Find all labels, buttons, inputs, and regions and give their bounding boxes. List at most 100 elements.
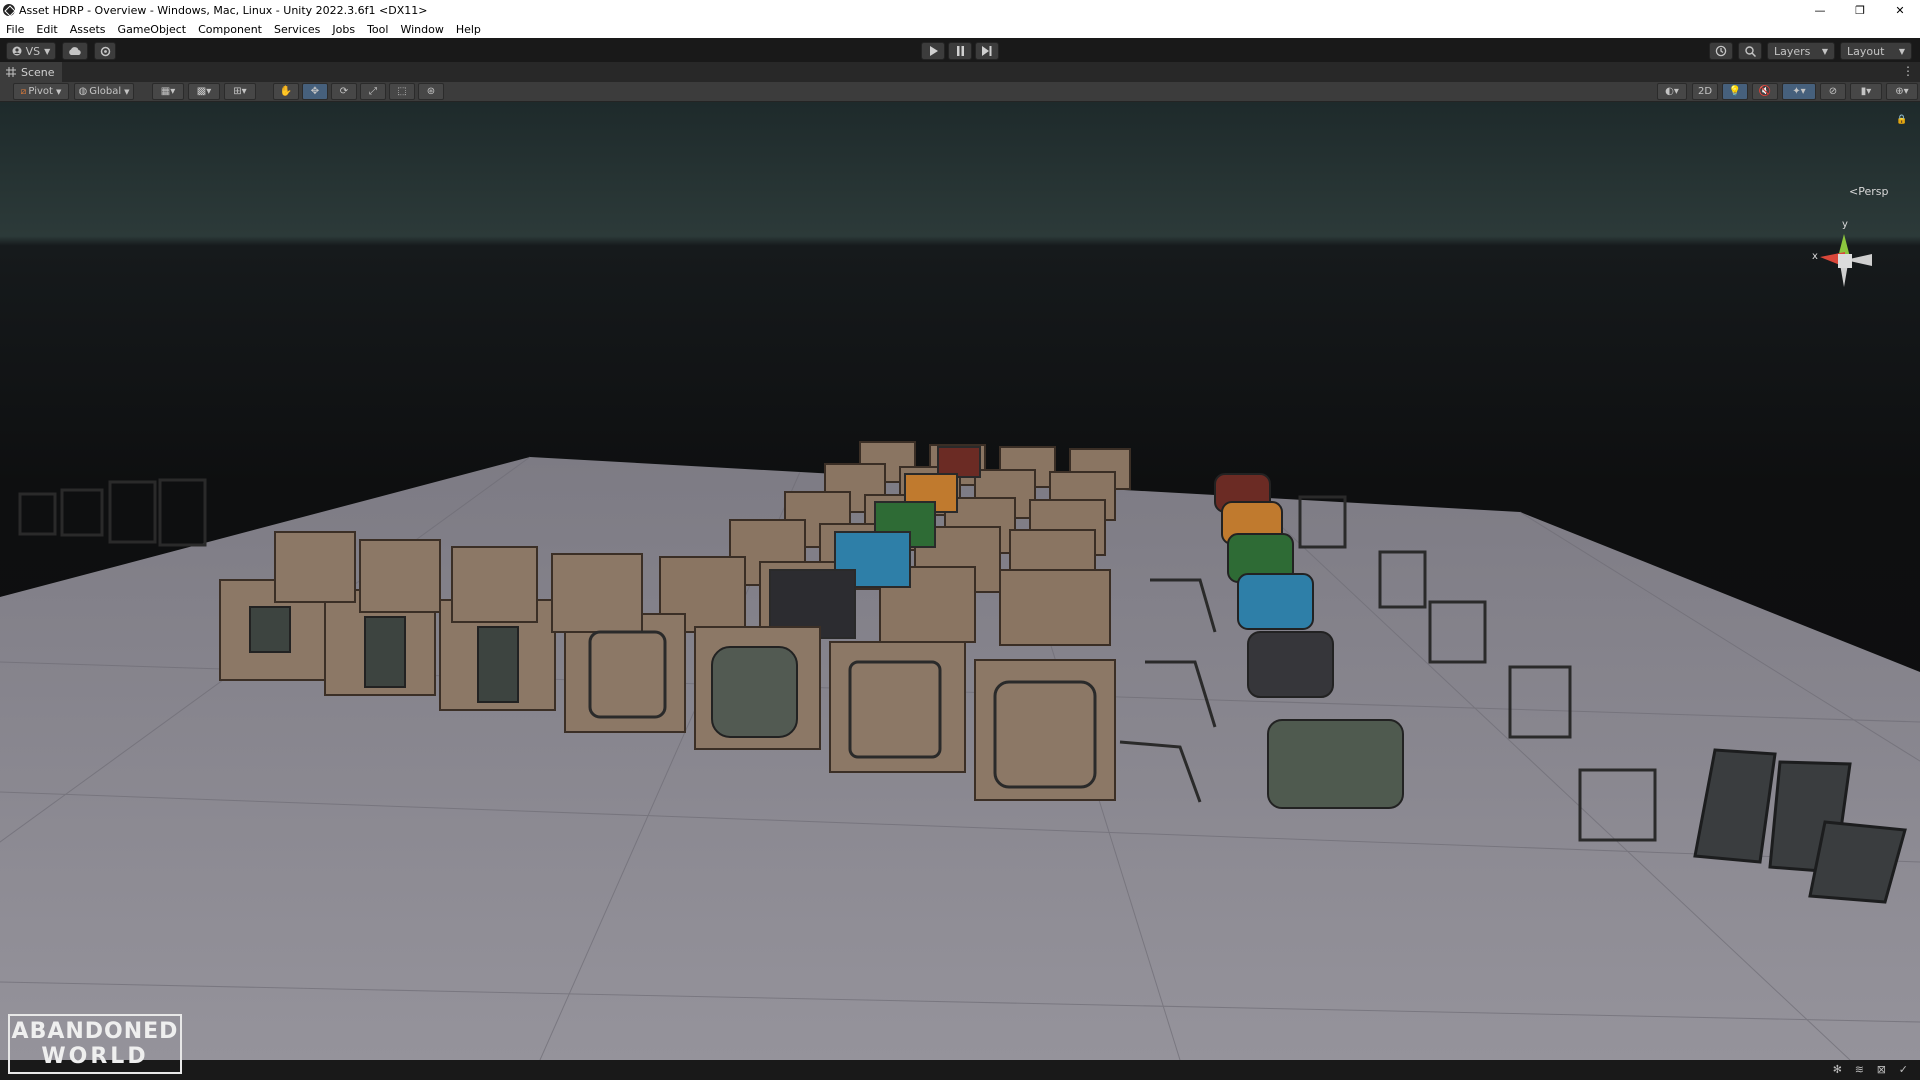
layers-dropdown[interactable]: Layers ▼ <box>1767 42 1835 60</box>
play-button[interactable] <box>921 42 945 60</box>
globe-icon: ◍ <box>78 86 88 97</box>
grid-icon: ▩▾ <box>196 86 212 97</box>
collab-button[interactable] <box>94 42 116 60</box>
menu-help[interactable]: Help <box>450 23 487 36</box>
scene-grid-icon <box>6 67 16 77</box>
menu-edit[interactable]: Edit <box>30 23 63 36</box>
gizmos-dropdown[interactable]: ⊕▾ <box>1886 83 1918 100</box>
tab-scene-label: Scene <box>21 65 55 79</box>
transform-icon: ⊛ <box>426 86 436 97</box>
chevron-down-icon: ▼ <box>44 46 51 56</box>
lightbulb-icon: 💡 <box>1728 86 1742 97</box>
menu-component[interactable]: Component <box>192 23 268 36</box>
ruler-icon: ⊞▾ <box>233 86 247 97</box>
step-button[interactable] <box>975 42 999 60</box>
window-title: Asset HDRP - Overview - Windows, Mac, Li… <box>19 3 428 17</box>
transform-tool-button[interactable]: ⊛ <box>418 83 444 100</box>
tab-scene[interactable]: Scene <box>0 62 62 82</box>
more-options-icon[interactable]: ⋮ <box>1902 64 1914 78</box>
search-button[interactable] <box>1738 42 1762 60</box>
rect-tool-button[interactable]: ⬚ <box>389 83 415 100</box>
speaker-icon: 🔇 <box>1758 86 1772 97</box>
menu-gameobject[interactable]: GameObject <box>112 23 193 36</box>
increment-snap-dropdown[interactable]: ⊞▾ <box>224 83 256 100</box>
axis-y-label: y <box>1842 219 1848 230</box>
2d-label: 2D <box>1697 86 1713 97</box>
global-dropdown[interactable]: ◍ Global ▼ <box>74 83 134 100</box>
settings-icon <box>100 46 110 56</box>
cloud-button[interactable] <box>62 42 88 60</box>
camera-dropdown[interactable]: ▮▾ <box>1850 83 1882 100</box>
logo-line1: ABANDONED <box>11 1019 179 1044</box>
check-circle-icon[interactable]: ✓ <box>1899 1063 1908 1076</box>
2d-toggle[interactable]: 2D <box>1692 83 1718 100</box>
projection-toggle[interactable]: <Persp <box>1849 185 1888 198</box>
rect-icon: ⬚ <box>397 86 407 97</box>
chevron-down-icon: ▼ <box>1898 46 1905 56</box>
account-label: VS <box>25 44 41 58</box>
move-tool-button[interactable]: ✥ <box>302 83 328 100</box>
account-dropdown[interactable]: VS ▼ <box>6 42 56 60</box>
status-bar: ✻ ≋ ⊠ ✓ <box>0 1060 1920 1080</box>
menu-jobs[interactable]: Jobs <box>326 23 361 36</box>
layers-stack-icon[interactable]: ≋ <box>1855 1063 1864 1076</box>
chevron-left-icon: < <box>1849 185 1859 198</box>
hidden-objects-toggle[interactable]: ⊘ <box>1820 83 1846 100</box>
layers-label: Layers <box>1774 44 1811 58</box>
bug-icon[interactable]: ✻ <box>1833 1063 1842 1076</box>
eye-slash-icon: ⊘ <box>1828 86 1838 97</box>
lock-icon[interactable]: 🔒 <box>1896 115 1907 125</box>
move-icon: ✥ <box>310 86 320 97</box>
menu-assets[interactable]: Assets <box>64 23 112 36</box>
window-controls: — ❐ ✕ <box>1800 0 1920 20</box>
menu-window[interactable]: Window <box>394 23 449 36</box>
draw-mode-dropdown[interactable]: ◐▾ <box>1657 83 1687 100</box>
scale-icon: ⤢ <box>369 86 377 97</box>
history-icon <box>1715 45 1727 57</box>
scene-toolbar: ⧄ Pivot ▼ ◍ Global ▼ ▦▾ ▩▾ ⊞▾ ✋ ✥ ⟳ ⤢ ⬚ … <box>0 82 1920 102</box>
step-icon <box>982 46 992 56</box>
close-button[interactable]: ✕ <box>1880 0 1920 20</box>
title-bar: Asset HDRP - Overview - Windows, Mac, Li… <box>0 0 1920 20</box>
pivot-label: Pivot <box>28 86 53 97</box>
hand-tool-button[interactable]: ✋ <box>273 83 299 100</box>
effects-dropdown[interactable]: ✦▾ <box>1782 83 1816 100</box>
orientation-gizmo[interactable]: y x <box>1810 212 1880 302</box>
abandoned-world-logo: ABANDONED WORLD <box>8 1014 182 1074</box>
grid-visibility-dropdown[interactable]: ▩▾ <box>188 83 220 100</box>
unity-logo-icon <box>3 4 15 16</box>
rotate-tool-button[interactable]: ⟳ <box>331 83 357 100</box>
pause-icon <box>956 46 964 56</box>
scene-viewport[interactable]: y x 🔒 <box>0 102 1920 1060</box>
menu-file[interactable]: File <box>0 23 30 36</box>
projection-label: Persp <box>1858 185 1889 198</box>
scale-tool-button[interactable]: ⤢ <box>360 83 386 100</box>
pivot-dropdown[interactable]: ⧄ Pivot ▼ <box>13 83 69 100</box>
history-button[interactable] <box>1709 42 1733 60</box>
network-icon[interactable]: ⊠ <box>1877 1063 1886 1076</box>
minimize-button[interactable]: — <box>1800 0 1840 20</box>
pivot-icon: ⧄ <box>20 86 27 97</box>
shading-icon: ◐▾ <box>1665 86 1679 97</box>
effects-icon: ✦▾ <box>1792 86 1806 97</box>
play-icon <box>929 46 938 56</box>
menu-bar: File Edit Assets GameObject Component Se… <box>0 20 1920 38</box>
search-icon <box>1744 45 1756 57</box>
menu-tool[interactable]: Tool <box>361 23 394 36</box>
audio-toggle[interactable]: 🔇 <box>1752 83 1778 100</box>
pause-button[interactable] <box>948 42 972 60</box>
camera-icon: ▮▾ <box>1860 86 1872 97</box>
global-label: Global <box>89 86 122 97</box>
logo-line2: WORLD <box>41 1044 149 1069</box>
chevron-down-icon: ▼ <box>1821 46 1828 56</box>
layout-dropdown[interactable]: Layout ▼ <box>1840 42 1912 60</box>
hand-icon: ✋ <box>279 86 293 97</box>
menu-services[interactable]: Services <box>268 23 326 36</box>
chevron-down-icon: ▼ <box>55 87 62 96</box>
grid-snap-dropdown[interactable]: ▦▾ <box>152 83 184 100</box>
maximize-button[interactable]: ❐ <box>1840 0 1880 20</box>
lighting-toggle[interactable]: 💡 <box>1722 83 1748 100</box>
scene-tab-bar: Scene ⋮ <box>0 62 1920 82</box>
account-icon <box>12 46 22 56</box>
axis-x-label: x <box>1812 251 1818 262</box>
